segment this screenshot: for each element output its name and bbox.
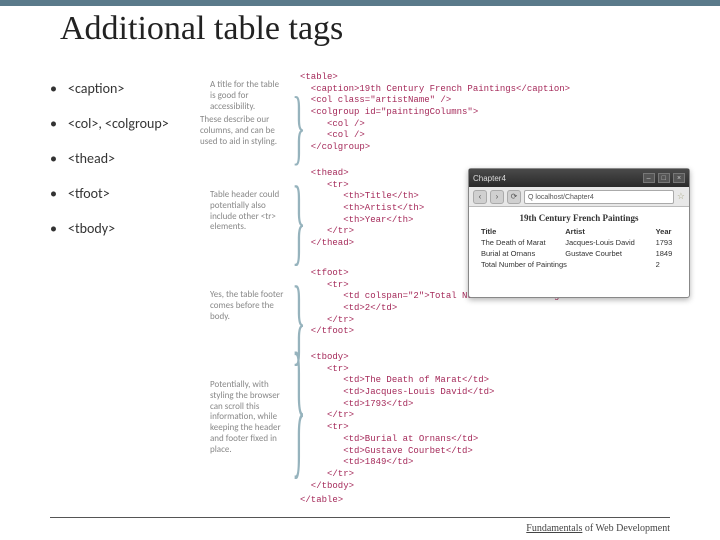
th-title: Title (479, 226, 563, 237)
note-tbody: Potentially, with styling the browser ca… (210, 380, 290, 456)
td: Gustave Courbet (563, 248, 653, 259)
browser-navbar: ‹ › ⟳ Q localhost/Chapter4 ☆ (469, 187, 689, 207)
table-row: The Death of Marat Jacques-Louis David 1… (479, 237, 679, 248)
browser-body: 19th Century French Paintings Title Arti… (469, 207, 689, 276)
table-row: Burial at Ornans Gustave Courbet 1849 (479, 248, 679, 259)
note-caption: A title for the table is good for access… (210, 80, 280, 112)
forward-icon[interactable]: › (490, 190, 504, 204)
accent-bar (0, 0, 720, 6)
td: 1849 (654, 248, 679, 259)
maximize-icon[interactable]: □ (658, 173, 670, 183)
window-buttons: – □ × (642, 173, 685, 183)
bullet-list: <caption> <col>, <colgroup> <thead> <tfo… (50, 80, 220, 255)
bullet-col: <col>, <colgroup> (50, 115, 220, 132)
td: Burial at Ornans (479, 248, 563, 259)
bullet-caption: <caption> (50, 80, 220, 97)
browser-window: Chapter4 – □ × ‹ › ⟳ Q localhost/Chapter… (468, 168, 690, 298)
th-artist: Artist (563, 226, 653, 237)
browser-titlebar: Chapter4 – □ × (469, 169, 689, 187)
minimize-icon[interactable]: – (643, 173, 655, 183)
td-foot-label: Total Number of Paintings (479, 259, 654, 270)
td: 1793 (654, 237, 679, 248)
td: The Death of Marat (479, 237, 563, 248)
table-row: Title Artist Year (479, 226, 679, 237)
rendered-caption: 19th Century French Paintings (479, 213, 679, 223)
reload-icon[interactable]: ⟳ (507, 190, 521, 204)
back-icon[interactable]: ‹ (473, 190, 487, 204)
code-block-tbody: <tbody> <tr> <td>The Death of Marat</td>… (300, 352, 500, 492)
address-bar[interactable]: Q localhost/Chapter4 (524, 190, 674, 204)
bullet-thead: <thead> (50, 150, 220, 167)
note-thead: Table header could potentially also incl… (210, 190, 285, 233)
footer-divider (50, 517, 670, 518)
slide-title: Additional table tags (60, 10, 343, 48)
bullet-tfoot: <tfoot> (50, 185, 220, 202)
bullet-tbody: <tbody> (50, 220, 220, 237)
rendered-table: Title Artist Year The Death of Marat Jac… (479, 226, 679, 270)
table-row: Total Number of Paintings 2 (479, 259, 679, 270)
td-foot-val: 2 (654, 259, 679, 270)
code-block-top: <table> <caption>19th Century French Pai… (300, 72, 500, 154)
footer-rest: of Web Development (582, 523, 670, 534)
note-tfoot: Yes, the table footer comes before the b… (210, 290, 290, 322)
footer-text: Fundamentals of Web Development (526, 523, 670, 534)
td: Jacques-Louis David (563, 237, 653, 248)
browser-tab-title: Chapter4 (473, 174, 506, 183)
close-icon[interactable]: × (673, 173, 685, 183)
bookmark-icon[interactable]: ☆ (677, 191, 685, 202)
code-block-end: </table> (300, 495, 500, 507)
note-col: These describe our columns, and can be u… (200, 115, 280, 147)
footer-underlined: Fundamentals (526, 523, 582, 534)
th-year: Year (654, 226, 679, 237)
